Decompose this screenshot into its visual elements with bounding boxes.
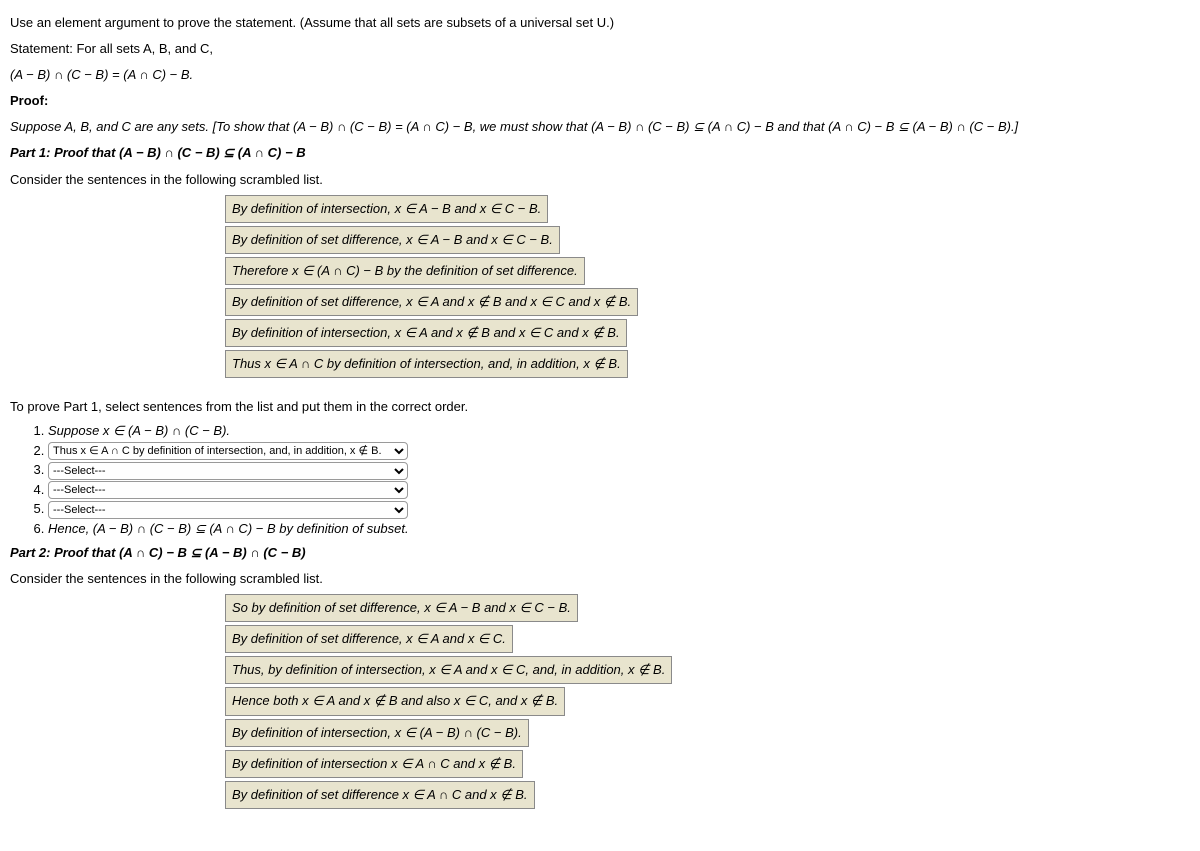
proof-steps-list: Suppose x ∈ (A − B) ∩ (C − B). ---Select… <box>30 422 1190 538</box>
step-1: Suppose x ∈ (A − B) ∩ (C − B). <box>48 422 1190 440</box>
part1-heading: Part 1: Proof that (A − B) ∩ (C − B) ⊆ (… <box>10 142 1190 164</box>
step-4: ---Select---By definition of intersectio… <box>48 481 1190 500</box>
scrambled-item: By definition of set difference, x ∈ A −… <box>225 226 560 254</box>
scrambled-item: By definition of intersection x ∈ A ∩ C … <box>225 750 523 778</box>
scrambled-item: So by definition of set difference, x ∈ … <box>225 594 578 622</box>
scrambled-item: By definition of set difference, x ∈ A a… <box>225 288 638 316</box>
proof-label: Proof: <box>10 90 1190 112</box>
intro-text: Use an element argument to prove the sta… <box>10 12 1190 34</box>
step-5-select[interactable]: ---Select---By definition of intersectio… <box>48 501 408 519</box>
part1-scrambled-list: By definition of intersection, x ∈ A − B… <box>225 195 1190 379</box>
scrambled-item: By definition of set difference, x ∈ A a… <box>225 625 513 653</box>
step-4-select[interactable]: ---Select---By definition of intersectio… <box>48 481 408 499</box>
statement-equation: (A − B) ∩ (C − B) = (A ∩ C) − B. <box>10 64 1190 86</box>
consider-text-2: Consider the sentences in the following … <box>10 568 1190 590</box>
scrambled-item: By definition of intersection, x ∈ (A − … <box>225 719 529 747</box>
part1-order-intro: To prove Part 1, select sentences from t… <box>10 396 1190 418</box>
scrambled-item: Thus, by definition of intersection, x ∈… <box>225 656 672 684</box>
step-3: ---Select---By definition of intersectio… <box>48 461 1190 480</box>
step-6: Hence, (A − B) ∩ (C − B) ⊆ (A ∩ C) − B b… <box>48 520 1190 538</box>
step-5: ---Select---By definition of intersectio… <box>48 500 1190 519</box>
step-2-select[interactable]: ---Select---By definition of intersectio… <box>48 442 408 460</box>
step-3-select[interactable]: ---Select---By definition of intersectio… <box>48 462 408 480</box>
scrambled-item: By definition of set difference x ∈ A ∩ … <box>225 781 535 809</box>
scrambled-item: By definition of intersection, x ∈ A and… <box>225 319 627 347</box>
proof-intro: Suppose A, B, and C are any sets. [To sh… <box>10 116 1190 138</box>
part2-scrambled-list: So by definition of set difference, x ∈ … <box>225 594 1190 809</box>
statement-label: Statement: For all sets A, B, and C, <box>10 38 1190 60</box>
scrambled-item: By definition of intersection, x ∈ A − B… <box>225 195 548 223</box>
consider-text-1: Consider the sentences in the following … <box>10 169 1190 191</box>
scrambled-item: Therefore x ∈ (A ∩ C) − B by the definit… <box>225 257 585 285</box>
step-2: ---Select---By definition of intersectio… <box>48 442 1190 461</box>
scrambled-item: Hence both x ∈ A and x ∉ B and also x ∈ … <box>225 687 565 715</box>
scrambled-item: Thus x ∈ A ∩ C by definition of intersec… <box>225 350 628 378</box>
part2-heading: Part 2: Proof that (A ∩ C) − B ⊆ (A − B)… <box>10 542 1190 564</box>
